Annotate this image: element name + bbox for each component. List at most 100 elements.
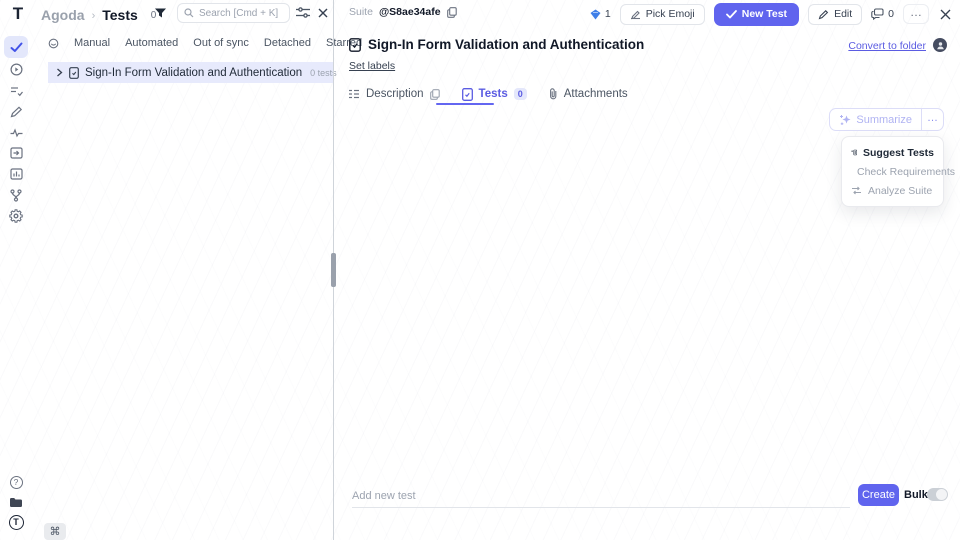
close-panel-icon[interactable] <box>938 7 952 21</box>
pencil-icon <box>818 9 829 20</box>
person-icon <box>936 41 945 50</box>
reaction-counter[interactable]: 1 <box>590 8 611 20</box>
tests-badge: 0 <box>514 88 527 100</box>
sidebar-item-plans[interactable] <box>4 80 28 102</box>
suite-doc-icon <box>349 38 361 52</box>
bulk-toggle[interactable] <box>927 488 948 501</box>
active-tab-underline <box>436 103 494 105</box>
new-test-label: New Test <box>742 8 787 20</box>
branch-icon <box>10 189 22 202</box>
profile-avatar: T <box>9 515 24 530</box>
sidebar-item-runs[interactable] <box>4 58 28 80</box>
comments-button[interactable]: 0 <box>871 8 894 20</box>
suite-id-row: Suite @S8ae34afe <box>349 6 457 18</box>
suggest-tests-label: Suggest Tests <box>863 147 934 159</box>
sidebar-item-analytics[interactable] <box>4 163 28 185</box>
suggest-tests-icon <box>851 147 857 158</box>
bulk-label: Bulk <box>904 489 928 501</box>
pick-emoji-button[interactable]: Pick Emoji <box>620 4 705 25</box>
sidebar-item-settings[interactable] <box>4 205 28 227</box>
keyboard-shortcuts-button[interactable]: ⌘ <box>44 523 66 540</box>
close-search-icon[interactable] <box>316 6 330 20</box>
pulse-icon <box>10 128 23 138</box>
suite-tree-row[interactable]: Sign-In Form Validation and Authenticati… <box>48 62 333 83</box>
import-box-icon <box>10 147 23 159</box>
add-test-input[interactable] <box>352 485 850 507</box>
set-labels-link[interactable]: Set labels <box>349 60 395 72</box>
sidebar-item-compose[interactable] <box>4 101 28 123</box>
sidebar-item-import[interactable] <box>4 142 28 164</box>
tab-automated[interactable]: Automated <box>125 37 178 49</box>
tab-description[interactable]: Description <box>348 88 440 100</box>
tree-item-title[interactable]: Sign-In Form Validation and Authenticati… <box>85 67 302 79</box>
panel-resize-handle[interactable] <box>331 253 336 287</box>
description-icon <box>348 89 360 99</box>
suite-title-row: Sign-In Form Validation and Authenticati… <box>349 37 644 52</box>
more-actions-button[interactable]: … <box>903 4 929 24</box>
tab-description-label: Description <box>366 88 424 100</box>
tests-doc-icon <box>462 88 473 101</box>
add-test-field <box>352 485 850 508</box>
folder-icon <box>9 497 23 508</box>
analyze-suite-icon <box>851 186 862 195</box>
search-box <box>177 3 290 23</box>
tab-attachments[interactable]: Attachments <box>549 88 628 100</box>
header-actions: 1 Pick Emoji New Test Edit 0 … <box>590 3 952 25</box>
copy-description-icon[interactable] <box>430 89 440 100</box>
create-button[interactable]: Create <box>858 484 899 506</box>
filter-tabs: Manual Automated Out of sync Detached St… <box>48 35 362 51</box>
breadcrumb: Agoda › Tests 0 <box>41 5 160 25</box>
edit-button[interactable]: Edit <box>808 4 862 25</box>
comments-count: 0 <box>888 8 894 20</box>
sidebar-item-profile[interactable]: T <box>4 511 28 533</box>
pick-emoji-label: Pick Emoji <box>646 8 695 20</box>
edit-label: Edit <box>834 8 852 20</box>
summarize-more-button[interactable]: … <box>921 109 943 130</box>
gear-icon <box>9 209 23 223</box>
new-test-button[interactable]: New Test <box>714 3 799 26</box>
chart-icon <box>10 168 23 180</box>
tab-manual[interactable]: Manual <box>74 37 110 49</box>
search-settings-icon[interactable] <box>295 6 311 20</box>
search-icon <box>184 8 194 18</box>
sidebar-item-help[interactable]: ? <box>4 471 28 493</box>
sidebar-item-tests[interactable] <box>4 36 28 58</box>
filter-funnel-icon[interactable] <box>151 5 169 22</box>
comments-icon <box>871 8 884 20</box>
app-logo[interactable]: T <box>6 3 30 25</box>
copy-suite-id-icon[interactable] <box>447 7 457 18</box>
suite-id: @S8ae34afe <box>379 6 441 18</box>
breadcrumb-section[interactable]: Tests <box>102 7 138 23</box>
menu-item-suggest-tests[interactable]: Suggest Tests <box>842 143 943 162</box>
tab-out-of-sync[interactable]: Out of sync <box>193 37 249 49</box>
diamond-icon <box>590 9 601 20</box>
sidebar-item-pulse[interactable] <box>4 122 28 144</box>
breadcrumb-project[interactable]: Agoda <box>41 7 85 23</box>
user-avatar[interactable] <box>933 38 947 52</box>
search-input[interactable] <box>199 8 283 19</box>
emoji-pencil-icon <box>630 9 641 20</box>
sparkle-plus-icon <box>839 114 851 126</box>
reaction-count: 1 <box>605 8 611 20</box>
check-requirements-label: Check Requirements <box>857 166 955 178</box>
paperclip-icon <box>549 88 558 100</box>
suite-doc-icon <box>69 67 79 79</box>
ai-dropdown-menu: Suggest Tests Check Requirements Analyze… <box>841 136 944 207</box>
breadcrumb-separator-icon: › <box>92 9 96 22</box>
tab-tests[interactable]: Tests 0 <box>462 88 527 101</box>
sidebar-item-branches[interactable] <box>4 184 28 206</box>
suite-type-label: Suite <box>349 6 373 18</box>
convert-to-folder-link[interactable]: Convert to folder <box>848 40 926 52</box>
summarize-label: Summarize <box>856 114 912 126</box>
tags-icon[interactable] <box>48 38 59 49</box>
sidebar-item-projects[interactable] <box>4 491 28 513</box>
tab-attachments-label: Attachments <box>564 88 628 100</box>
chevron-right-icon[interactable] <box>56 68 63 77</box>
summarize-button[interactable]: Summarize <box>830 109 921 130</box>
summarize-split-button: Summarize … <box>829 108 944 131</box>
menu-item-check-requirements[interactable]: Check Requirements <box>842 162 943 181</box>
list-check-icon <box>10 86 23 97</box>
tab-detached[interactable]: Detached <box>264 37 311 49</box>
check-icon <box>10 42 23 53</box>
menu-item-analyze-suite[interactable]: Analyze Suite <box>842 181 943 200</box>
